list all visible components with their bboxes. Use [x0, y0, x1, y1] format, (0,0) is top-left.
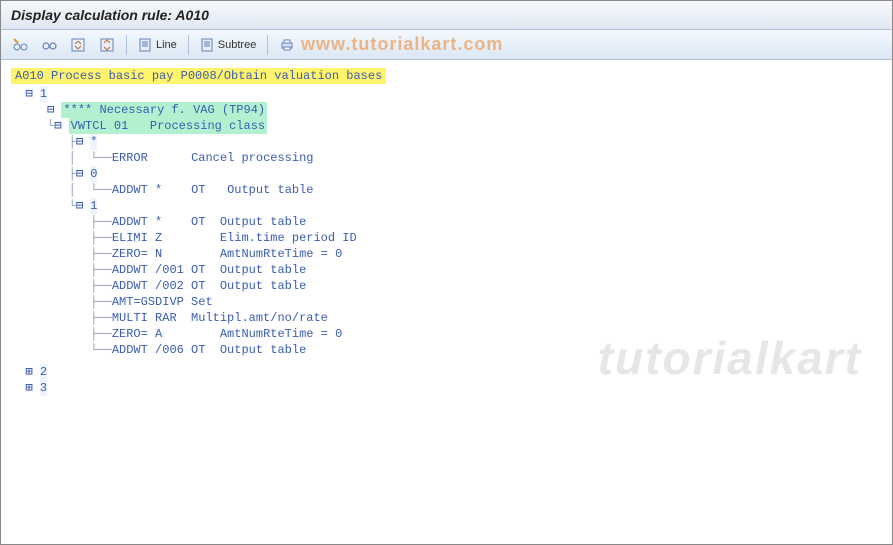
tree-leaf: ├──ADDWT /002 OT Output table — [11, 278, 882, 294]
collapse-icon[interactable]: ⊟ — [54, 118, 61, 134]
glasses-icon — [41, 37, 57, 53]
tree-leaf: ├──ZERO= A AmtNumRteTime = 0 — [11, 326, 882, 342]
expand-all-btn[interactable] — [94, 34, 120, 56]
toggle-display-btn[interactable] — [7, 34, 33, 56]
tree-leaf: ├──ADDWT * OT Output table — [11, 214, 882, 230]
toolbar-separator — [267, 35, 268, 55]
tree-node-one[interactable]: └⊟ 1 — [11, 198, 882, 214]
subtree-btn[interactable]: Subtree — [195, 34, 262, 56]
tree-leaf: └──ADDWT /006 OT Output table — [11, 342, 882, 358]
root-text: A010 Process basic pay P0008/Obtain valu… — [11, 68, 386, 84]
collapse-icon[interactable]: ⊟ — [47, 102, 54, 118]
expand-arrows-icon — [99, 37, 115, 53]
tree-leaf: ├──ADDWT /001 OT Output table — [11, 262, 882, 278]
printer-icon — [279, 37, 295, 53]
tree-node-1[interactable]: ⊟ 1 — [11, 86, 882, 102]
tree-node-zero[interactable]: ├⊟ 0 — [11, 166, 882, 182]
doc-subtree-icon — [200, 37, 216, 53]
collapse-all-btn[interactable] — [65, 34, 91, 56]
tree-root: A010 Process basic pay P0008/Obtain valu… — [11, 68, 882, 84]
toolbar-separator — [188, 35, 189, 55]
tree-leaf: ├──MULTI RAR Multipl.amt/no/rate — [11, 310, 882, 326]
tree-leaf: ├──ELIMI Z Elim.time period ID — [11, 230, 882, 246]
subtree-label: Subtree — [218, 39, 257, 51]
tree-node-2[interactable]: ⊞ 2 — [11, 364, 882, 380]
tree-leaf: │ └──ERROR Cancel processing — [11, 150, 882, 166]
tree-node-3[interactable]: ⊞ 3 — [11, 380, 882, 396]
page-title: Display calculation rule: A010 — [11, 7, 209, 23]
tree-leaf: │ └──ADDWT * OT Output table — [11, 182, 882, 198]
watermark-top: www.tutorialkart.com — [301, 34, 503, 55]
tree-node-star[interactable]: ├⊟ * — [11, 134, 882, 150]
doc-line-icon — [138, 37, 154, 53]
print-btn[interactable] — [274, 34, 300, 56]
collapse-icon[interactable]: ⊟ — [76, 166, 83, 182]
tree-node-vwtcl[interactable]: └⊟ VWTCL 01 Processing class — [11, 118, 882, 134]
collapse-icon[interactable]: ⊟ — [76, 198, 83, 214]
expand-icon[interactable]: ⊞ — [25, 380, 32, 396]
collapse-arrows-icon — [70, 37, 86, 53]
content-area: tutorialkart A010 Process basic pay P000… — [1, 60, 892, 406]
collapse-icon[interactable]: ⊟ — [25, 86, 32, 102]
expand-icon[interactable]: ⊞ — [25, 364, 32, 380]
tree-leaf: ├──ZERO= N AmtNumRteTime = 0 — [11, 246, 882, 262]
pencil-glasses-icon — [12, 37, 28, 53]
collapse-icon[interactable]: ⊟ — [76, 134, 83, 150]
line-label: Line — [156, 39, 177, 51]
toolbar: Line Subtree www.tutorialkart.com — [1, 30, 892, 60]
tree-leaf: ├──AMT=GSDIVP Set — [11, 294, 882, 310]
line-btn[interactable]: Line — [133, 34, 182, 56]
glasses-btn[interactable] — [36, 34, 62, 56]
toolbar-separator — [126, 35, 127, 55]
tree-node-stars[interactable]: ⊟ **** Necessary f. VAG (TP94) — [11, 102, 882, 118]
tree: ⊟ 1 ⊟ **** Necessary f. VAG (TP94) └⊟ VW… — [11, 86, 882, 396]
title-bar: Display calculation rule: A010 — [1, 1, 892, 30]
